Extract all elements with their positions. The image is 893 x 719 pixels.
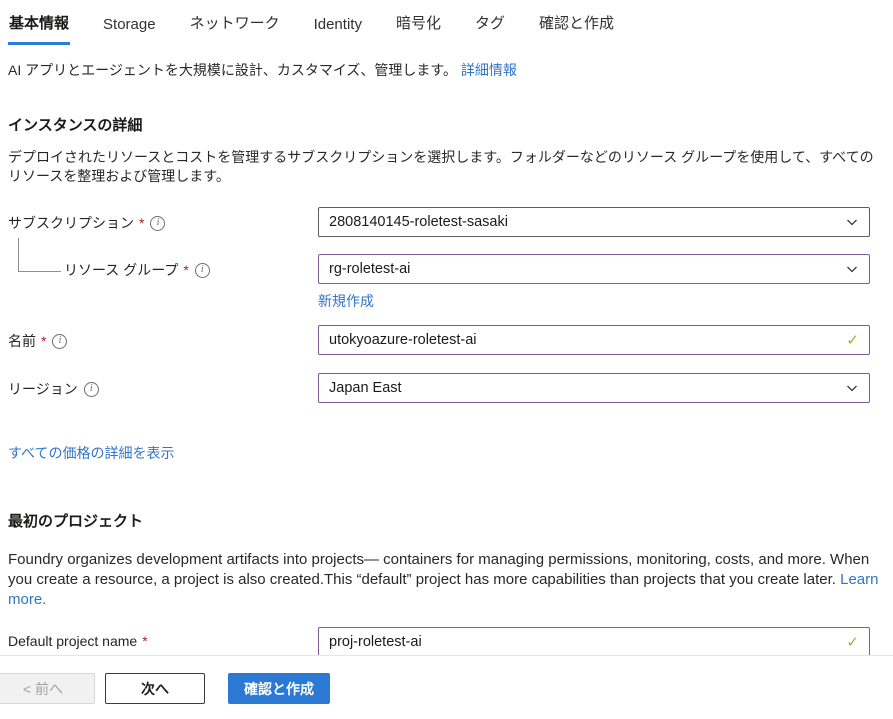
resource-group-value: rg-roletest-ai: [329, 261, 845, 277]
required-asterisk: *: [139, 215, 144, 231]
tab-review-create[interactable]: 確認と作成: [538, 8, 615, 45]
tab-basics[interactable]: 基本情報: [8, 8, 70, 45]
subscription-group-connector-line: [18, 238, 61, 272]
region-label-text: リージョン: [8, 379, 78, 399]
info-icon[interactable]: i: [84, 382, 99, 397]
tab-networking[interactable]: ネットワーク: [189, 8, 281, 45]
next-button[interactable]: 次へ: [105, 673, 205, 704]
chevron-down-icon: [845, 215, 859, 229]
region-row: リージョン i Japan East: [8, 373, 881, 403]
subscription-label: サブスクリプション * i: [8, 207, 318, 233]
name-row: 名前 * i ✓: [8, 325, 881, 355]
create-new-resource-group-link[interactable]: 新規作成: [318, 291, 374, 311]
subscription-dropdown[interactable]: 2808140145-roletest-sasaki: [318, 207, 870, 237]
valid-check-icon: ✓: [846, 331, 859, 349]
tab-encryption[interactable]: 暗号化: [395, 8, 442, 45]
default-project-name-input[interactable]: [329, 634, 846, 650]
required-asterisk: *: [41, 333, 46, 349]
tab-identity[interactable]: Identity: [313, 12, 363, 45]
tab-storage[interactable]: Storage: [102, 12, 157, 45]
wizard-footer: < 前へ 次へ 確認と作成: [0, 655, 893, 719]
resource-group-control: rg-roletest-ai 新規作成: [318, 254, 870, 311]
wizard-content: 基本情報 Storage ネットワーク Identity 暗号化 タグ 確認と作…: [0, 0, 893, 657]
name-control: ✓: [318, 325, 870, 355]
default-project-name-control: ✓: [318, 627, 870, 657]
tab-tags[interactable]: タグ: [474, 8, 506, 45]
default-project-name-label-text: Default project name: [8, 633, 137, 649]
info-icon[interactable]: i: [150, 216, 165, 231]
previous-button: < 前へ: [0, 673, 95, 704]
valid-check-icon: ✓: [846, 633, 859, 651]
region-dropdown[interactable]: Japan East: [318, 373, 870, 403]
info-icon[interactable]: i: [195, 263, 210, 278]
subscription-value: 2808140145-roletest-sasaki: [329, 214, 845, 230]
instance-details-description: デプロイされたリソースとコストを管理するサブスクリプションを選択します。フォルダ…: [8, 148, 886, 186]
region-control: Japan East: [318, 373, 870, 403]
wizard-tabs: 基本情報 Storage ネットワーク Identity 暗号化 タグ 確認と作…: [8, 8, 881, 45]
resource-group-label-text: リソース グループ: [64, 260, 178, 280]
subscription-label-text: サブスクリプション: [8, 213, 134, 233]
subscription-row: サブスクリプション * i 2808140145-roletest-sasaki: [8, 207, 881, 237]
region-value: Japan East: [329, 380, 845, 396]
default-project-name-field: ✓: [318, 627, 870, 657]
instance-details-heading: インスタンスの詳細: [8, 114, 881, 135]
required-asterisk: *: [183, 262, 188, 278]
intro-description: AI アプリとエージェントを大規模に設計、カスタマイズ、管理します。: [8, 62, 457, 78]
intro-text: AI アプリとエージェントを大規模に設計、カスタマイズ、管理します。 詳細情報: [8, 60, 881, 80]
chevron-down-icon: [845, 262, 859, 276]
resource-group-row: リソース グループ * i rg-roletest-ai 新規作成: [8, 254, 881, 311]
create-resource-wizard: 基本情報 Storage ネットワーク Identity 暗号化 タグ 確認と作…: [0, 0, 893, 719]
first-project-heading: 最初のプロジェクト: [8, 510, 881, 531]
name-field: ✓: [318, 325, 870, 355]
chevron-down-icon: [845, 381, 859, 395]
subscription-control: 2808140145-roletest-sasaki: [318, 207, 870, 237]
show-all-pricing-link[interactable]: すべての価格の詳細を表示: [8, 445, 174, 461]
basics-form: サブスクリプション * i 2808140145-roletest-sasaki: [8, 207, 881, 403]
learn-more-link-jp[interactable]: 詳細情報: [461, 62, 517, 78]
name-label: 名前 * i: [8, 325, 318, 351]
info-icon[interactable]: i: [52, 334, 67, 349]
default-project-name-row: Default project name * ✓: [8, 627, 881, 657]
region-label: リージョン i: [8, 373, 318, 399]
name-input[interactable]: [329, 332, 846, 348]
default-project-name-label: Default project name *: [8, 627, 318, 649]
resource-group-dropdown[interactable]: rg-roletest-ai: [318, 254, 870, 284]
required-asterisk: *: [142, 633, 147, 649]
review-create-button[interactable]: 確認と作成: [228, 673, 330, 704]
first-project-description-text: Foundry organizes development artifacts …: [8, 551, 869, 588]
first-project-description: Foundry organizes development artifacts …: [8, 550, 890, 610]
name-label-text: 名前: [8, 331, 36, 351]
pricing-details-row: すべての価格の詳細を表示: [8, 443, 881, 463]
